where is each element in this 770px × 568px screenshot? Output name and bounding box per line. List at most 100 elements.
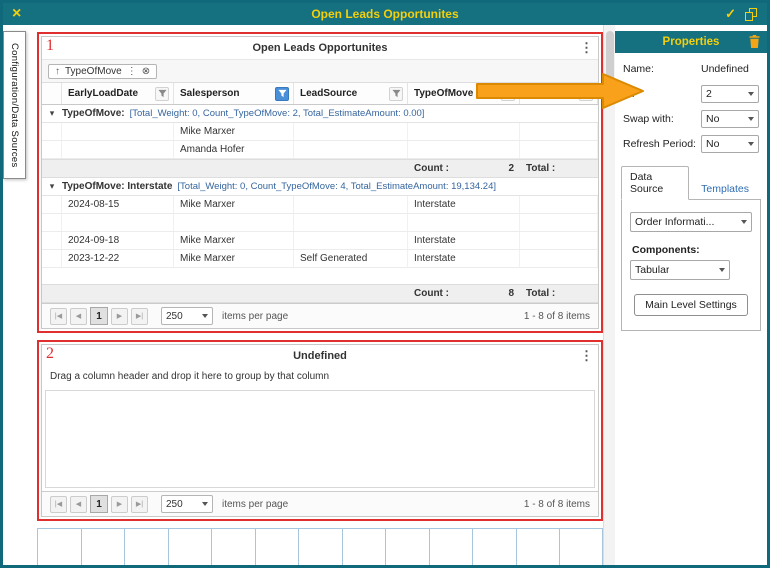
copy-icon[interactable]	[745, 8, 757, 21]
chevron-down-icon	[741, 220, 747, 224]
main-level-settings-button[interactable]: Main Level Settings	[634, 294, 748, 316]
layout-grid-cell[interactable]	[516, 528, 560, 568]
pager-range-label: 1 - 8 of 8 items	[524, 499, 590, 510]
column-header-salesperson[interactable]: Salesperson	[174, 83, 294, 104]
pager: |◀ ◀ 1 ▶ ▶| 250 items per page 1 - 8 of …	[42, 303, 598, 328]
count-value: 8	[508, 285, 514, 302]
grid-2-title: Undefined	[42, 345, 598, 367]
group-by-drop-hint: Drag a column header and drop it here to…	[42, 367, 598, 387]
pager-first-button[interactable]: |◀	[50, 308, 67, 325]
refresh-period-select[interactable]: No	[701, 135, 759, 153]
table-row[interactable]: 2023-12-22 Mike Marxer Self Generated In…	[42, 250, 598, 268]
page-size-select[interactable]: 250	[161, 495, 213, 513]
side-tab-label: Configuration/Data Sources	[9, 43, 20, 168]
annotation-arrow-icon	[475, 71, 647, 111]
pager-first-button[interactable]: |◀	[50, 496, 67, 513]
annotation-number-2: 2	[46, 345, 54, 363]
count-label: Count :	[414, 285, 449, 302]
grid-widget-2: Undefined ⋮ Drag a column header and dro…	[41, 344, 599, 517]
window-content: Configuration/Data Sources 1 Open Leads …	[3, 25, 767, 565]
refresh-period-label: Refresh Period:	[623, 138, 696, 150]
layout-grid-cell[interactable]	[255, 528, 299, 568]
group-indent-header	[42, 83, 62, 104]
items-per-page-label: items per page	[222, 311, 288, 322]
table-row[interactable]: 2024-09-18 Mike Marxer Interstate	[42, 232, 598, 250]
layout-grid-cell[interactable]	[385, 528, 429, 568]
filter-icon-active[interactable]	[275, 87, 289, 101]
layout-grid-cell[interactable]	[168, 528, 212, 568]
layout-grid-cell[interactable]	[472, 528, 516, 568]
data-source-tab-panel: Order Informati... Components: Tabular M…	[621, 199, 761, 331]
page-size-select[interactable]: 250	[161, 307, 213, 325]
sort-asc-icon[interactable]: ↑	[55, 66, 60, 77]
pager-last-button[interactable]: ▶|	[131, 308, 148, 325]
swap-with-select[interactable]: No	[701, 110, 759, 128]
column-header-leadsource[interactable]: LeadSource	[294, 83, 408, 104]
pager-last-button[interactable]: ▶|	[131, 496, 148, 513]
dashboard-designer-window: × Open Leads Opportunites ✓ Configuratio…	[0, 0, 770, 568]
pager-next-button[interactable]: ▶	[111, 496, 128, 513]
swap-with-label: Swap with:	[623, 113, 674, 125]
data-source-select[interactable]: Order Informati...	[630, 212, 752, 232]
table-row[interactable]: 2024-08-15 Mike Marxer Interstate	[42, 196, 598, 214]
filter-icon[interactable]	[389, 87, 403, 101]
pager-next-button[interactable]: ▶	[111, 308, 128, 325]
window-title: Open Leads Opportunites	[3, 7, 767, 21]
grand-footer-row: Count : 8 Total :	[42, 284, 598, 303]
chip-remove-icon[interactable]: ⊗	[142, 66, 150, 77]
grid-1-menu-icon[interactable]: ⋮	[580, 40, 593, 56]
table-row[interactable]: Mike Marxer	[42, 123, 598, 141]
tab-data-source[interactable]: Data Source	[621, 166, 689, 200]
properties-title: Properties	[615, 36, 767, 48]
id-select[interactable]: 2	[701, 85, 759, 103]
pager-page-1-button[interactable]: 1	[90, 495, 108, 513]
layout-grid-cell[interactable]	[559, 528, 603, 568]
count-label: Count :	[414, 160, 449, 177]
pager-page-1-button[interactable]: 1	[90, 307, 108, 325]
swap-field-row: Swap with: No	[623, 109, 759, 128]
layout-grid-cell[interactable]	[342, 528, 386, 568]
pager: |◀ ◀ 1 ▶ ▶| 250 items per page 1 - 8 of …	[42, 491, 598, 516]
annotation-box-2: 2 Undefined ⋮ Drag a column header and d…	[37, 340, 603, 521]
pager-prev-button[interactable]: ◀	[70, 308, 87, 325]
collapse-caret-icon[interactable]: ▾	[42, 108, 62, 119]
close-icon[interactable]: ×	[12, 6, 21, 22]
group-header-row[interactable]: ▾ TypeOfMove: Interstate [Total_Weight: …	[42, 178, 598, 196]
layout-grid-cell[interactable]	[37, 528, 81, 568]
group-footer-row: Count : 2 Total :	[42, 159, 598, 178]
chevron-down-icon	[748, 117, 754, 121]
layout-grid-cell[interactable]	[429, 528, 473, 568]
properties-tabs: Data Source Templates	[621, 166, 761, 199]
chip-menu-icon[interactable]: ⋮	[127, 66, 137, 77]
layout-grid-cell[interactable]	[124, 528, 168, 568]
annotation-number-1: 1	[46, 37, 54, 55]
chevron-down-icon	[748, 142, 754, 146]
window-titlebar: × Open Leads Opportunites ✓	[3, 3, 767, 25]
column-header-earlyloaddate[interactable]: EarlyLoadDate	[62, 83, 174, 104]
pager-prev-button[interactable]: ◀	[70, 496, 87, 513]
items-per-page-label: items per page	[222, 499, 288, 510]
collapse-caret-icon[interactable]: ▾	[42, 181, 62, 192]
group-chip-label: TypeOfMove	[65, 66, 122, 77]
trash-icon[interactable]	[749, 35, 760, 53]
configuration-data-sources-tab[interactable]: Configuration/Data Sources	[3, 31, 26, 179]
components-label: Components:	[632, 244, 752, 256]
group-chip-typeofmove[interactable]: ↑ TypeOfMove ⋮ ⊗	[48, 64, 157, 79]
total-label: Total :	[520, 285, 598, 302]
refresh-field-row: Refresh Period: No	[623, 134, 759, 153]
layout-grid-cell[interactable]	[298, 528, 342, 568]
layout-grid-cell[interactable]	[211, 528, 255, 568]
layout-grid-cell[interactable]	[81, 528, 125, 568]
table-row[interactable]	[42, 214, 598, 232]
grid-2-menu-icon[interactable]: ⋮	[580, 348, 593, 364]
empty-grid-area[interactable]	[45, 390, 595, 488]
chevron-down-icon	[719, 268, 725, 272]
confirm-icon[interactable]: ✓	[725, 6, 736, 22]
filter-icon[interactable]	[155, 87, 169, 101]
tab-templates[interactable]: Templates	[689, 179, 761, 199]
table-row[interactable]: Amanda Hofer	[42, 141, 598, 159]
chevron-down-icon	[202, 502, 208, 506]
pager-range-label: 1 - 8 of 8 items	[524, 311, 590, 322]
name-value: Undefined	[701, 63, 759, 75]
component-select[interactable]: Tabular	[630, 260, 730, 280]
